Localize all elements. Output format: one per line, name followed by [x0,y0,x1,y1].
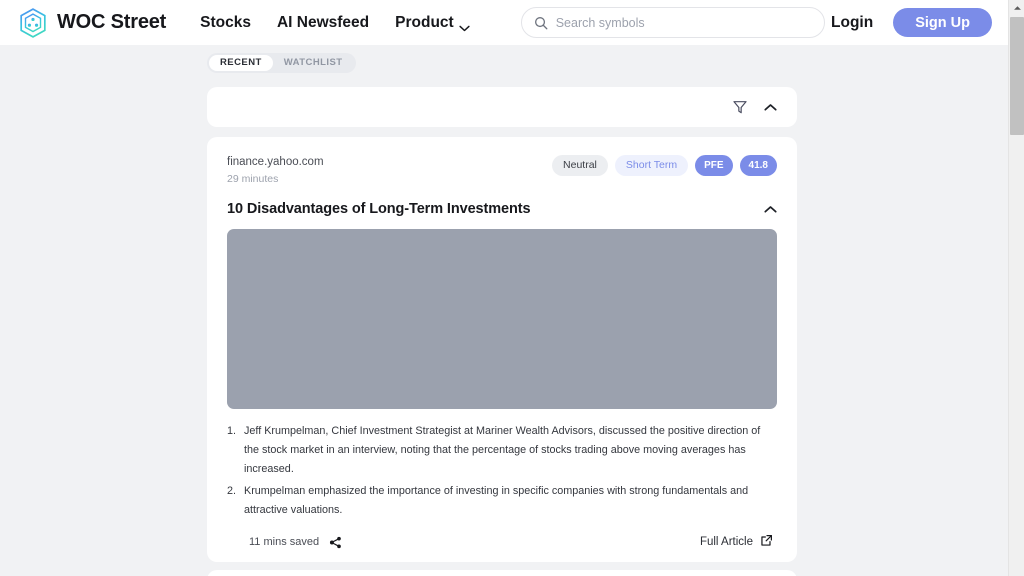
status-badge-term: Short Term [614,155,689,176]
list-item-text: Krumpelman emphasized the importance of … [244,485,749,516]
page-content: RECENT WATCHLIST finance.yahoo.com 29 mi… [0,45,1008,576]
search-input[interactable] [555,15,812,30]
tab-recent[interactable]: RECENT [209,55,273,71]
article-footer: 11 mins saved Full Article [227,534,777,550]
scrollbar[interactable] [1008,0,1024,576]
article-card[interactable]: finance.yahoo.com 29 minutes Neutral Sho… [207,137,797,562]
app-root: WOC Street Stocks AI Newsfeed Product Se… [0,0,1024,576]
scrollbar-thumb[interactable] [1010,17,1024,135]
article-source-block: finance.yahoo.com 29 minutes [227,155,324,185]
scroll-up-arrow-icon[interactable] [1009,0,1024,16]
filter-collapse-chevron-up-icon[interactable] [764,103,777,112]
external-link-icon [760,534,773,550]
list-item: 2. Krumpelman emphasized the importance … [227,482,777,520]
list-item-text: Jeff Krumpelman, Chief Investment Strate… [244,425,761,475]
article-thumbnail [227,229,777,409]
article-title-row: 10 Disadvantages of Long-Term Investment… [227,201,777,217]
article-card-body: finance.yahoo.com 29 minutes Neutral Sho… [207,137,797,550]
nav-item-stocks-label: Stocks [200,13,251,31]
brand-logo[interactable]: WOC Street [18,7,166,39]
signup-button[interactable]: Sign Up [893,8,992,37]
nav-item-product[interactable]: Product [395,14,470,32]
search-icon [534,16,548,30]
nav-item-ai-newsfeed-label: AI Newsfeed [276,13,370,31]
article-source: finance.yahoo.com [227,156,324,168]
status-badge-sentiment: Neutral [552,155,608,176]
site-header: WOC Street Stocks AI Newsfeed Product Se… [0,0,1008,45]
feed-tabs-group: RECENT WATCHLIST [207,53,356,73]
article-badges: Neutral Short Term PFE 41.8 [552,155,777,176]
chevron-down-icon [459,19,470,32]
share-icon[interactable] [329,536,342,549]
article-summary-list: 1. Jeff Krumpelman, Chief Investment Str… [227,422,777,520]
auth-actions: Login Sign Up [831,8,992,37]
full-article-label: Full Article [699,536,753,548]
filter-bar [207,87,797,127]
nav-item-ai-newsfeed[interactable]: AI Newsfeed [277,14,369,32]
list-item: 1. Jeff Krumpelman, Chief Investment Str… [227,422,777,479]
hexagon-cube-logo-icon [18,7,48,39]
search-box[interactable] [520,7,825,38]
login-link[interactable]: Login [831,14,873,32]
article-timestamp: 29 minutes [227,173,279,185]
price-badge: 41.8 [739,155,777,176]
list-item-number: 1. [227,425,237,437]
feed-tabs: RECENT WATCHLIST [207,52,356,73]
list-item-number: 2. [227,485,237,497]
nav-item-product-label: Product [395,13,454,31]
full-article-link[interactable]: Full Article [700,534,773,550]
main-nav: Stocks AI Newsfeed Product [200,14,470,32]
time-saved-label: 11 mins saved [249,536,320,548]
article-collapse-chevron-up-icon[interactable] [764,205,777,214]
ticker-badge[interactable]: PFE [695,155,733,176]
brand-name: WOC Street [57,11,167,33]
article-header: finance.yahoo.com 29 minutes Neutral Sho… [227,155,777,185]
nav-item-stocks[interactable]: Stocks [200,14,251,32]
article-title[interactable]: 10 Disadvantages of Long-Term Investment… [227,201,531,217]
article-card-next[interactable] [207,570,797,576]
tab-watchlist[interactable]: WATCHLIST [273,55,354,71]
filter-funnel-icon[interactable] [732,99,748,115]
